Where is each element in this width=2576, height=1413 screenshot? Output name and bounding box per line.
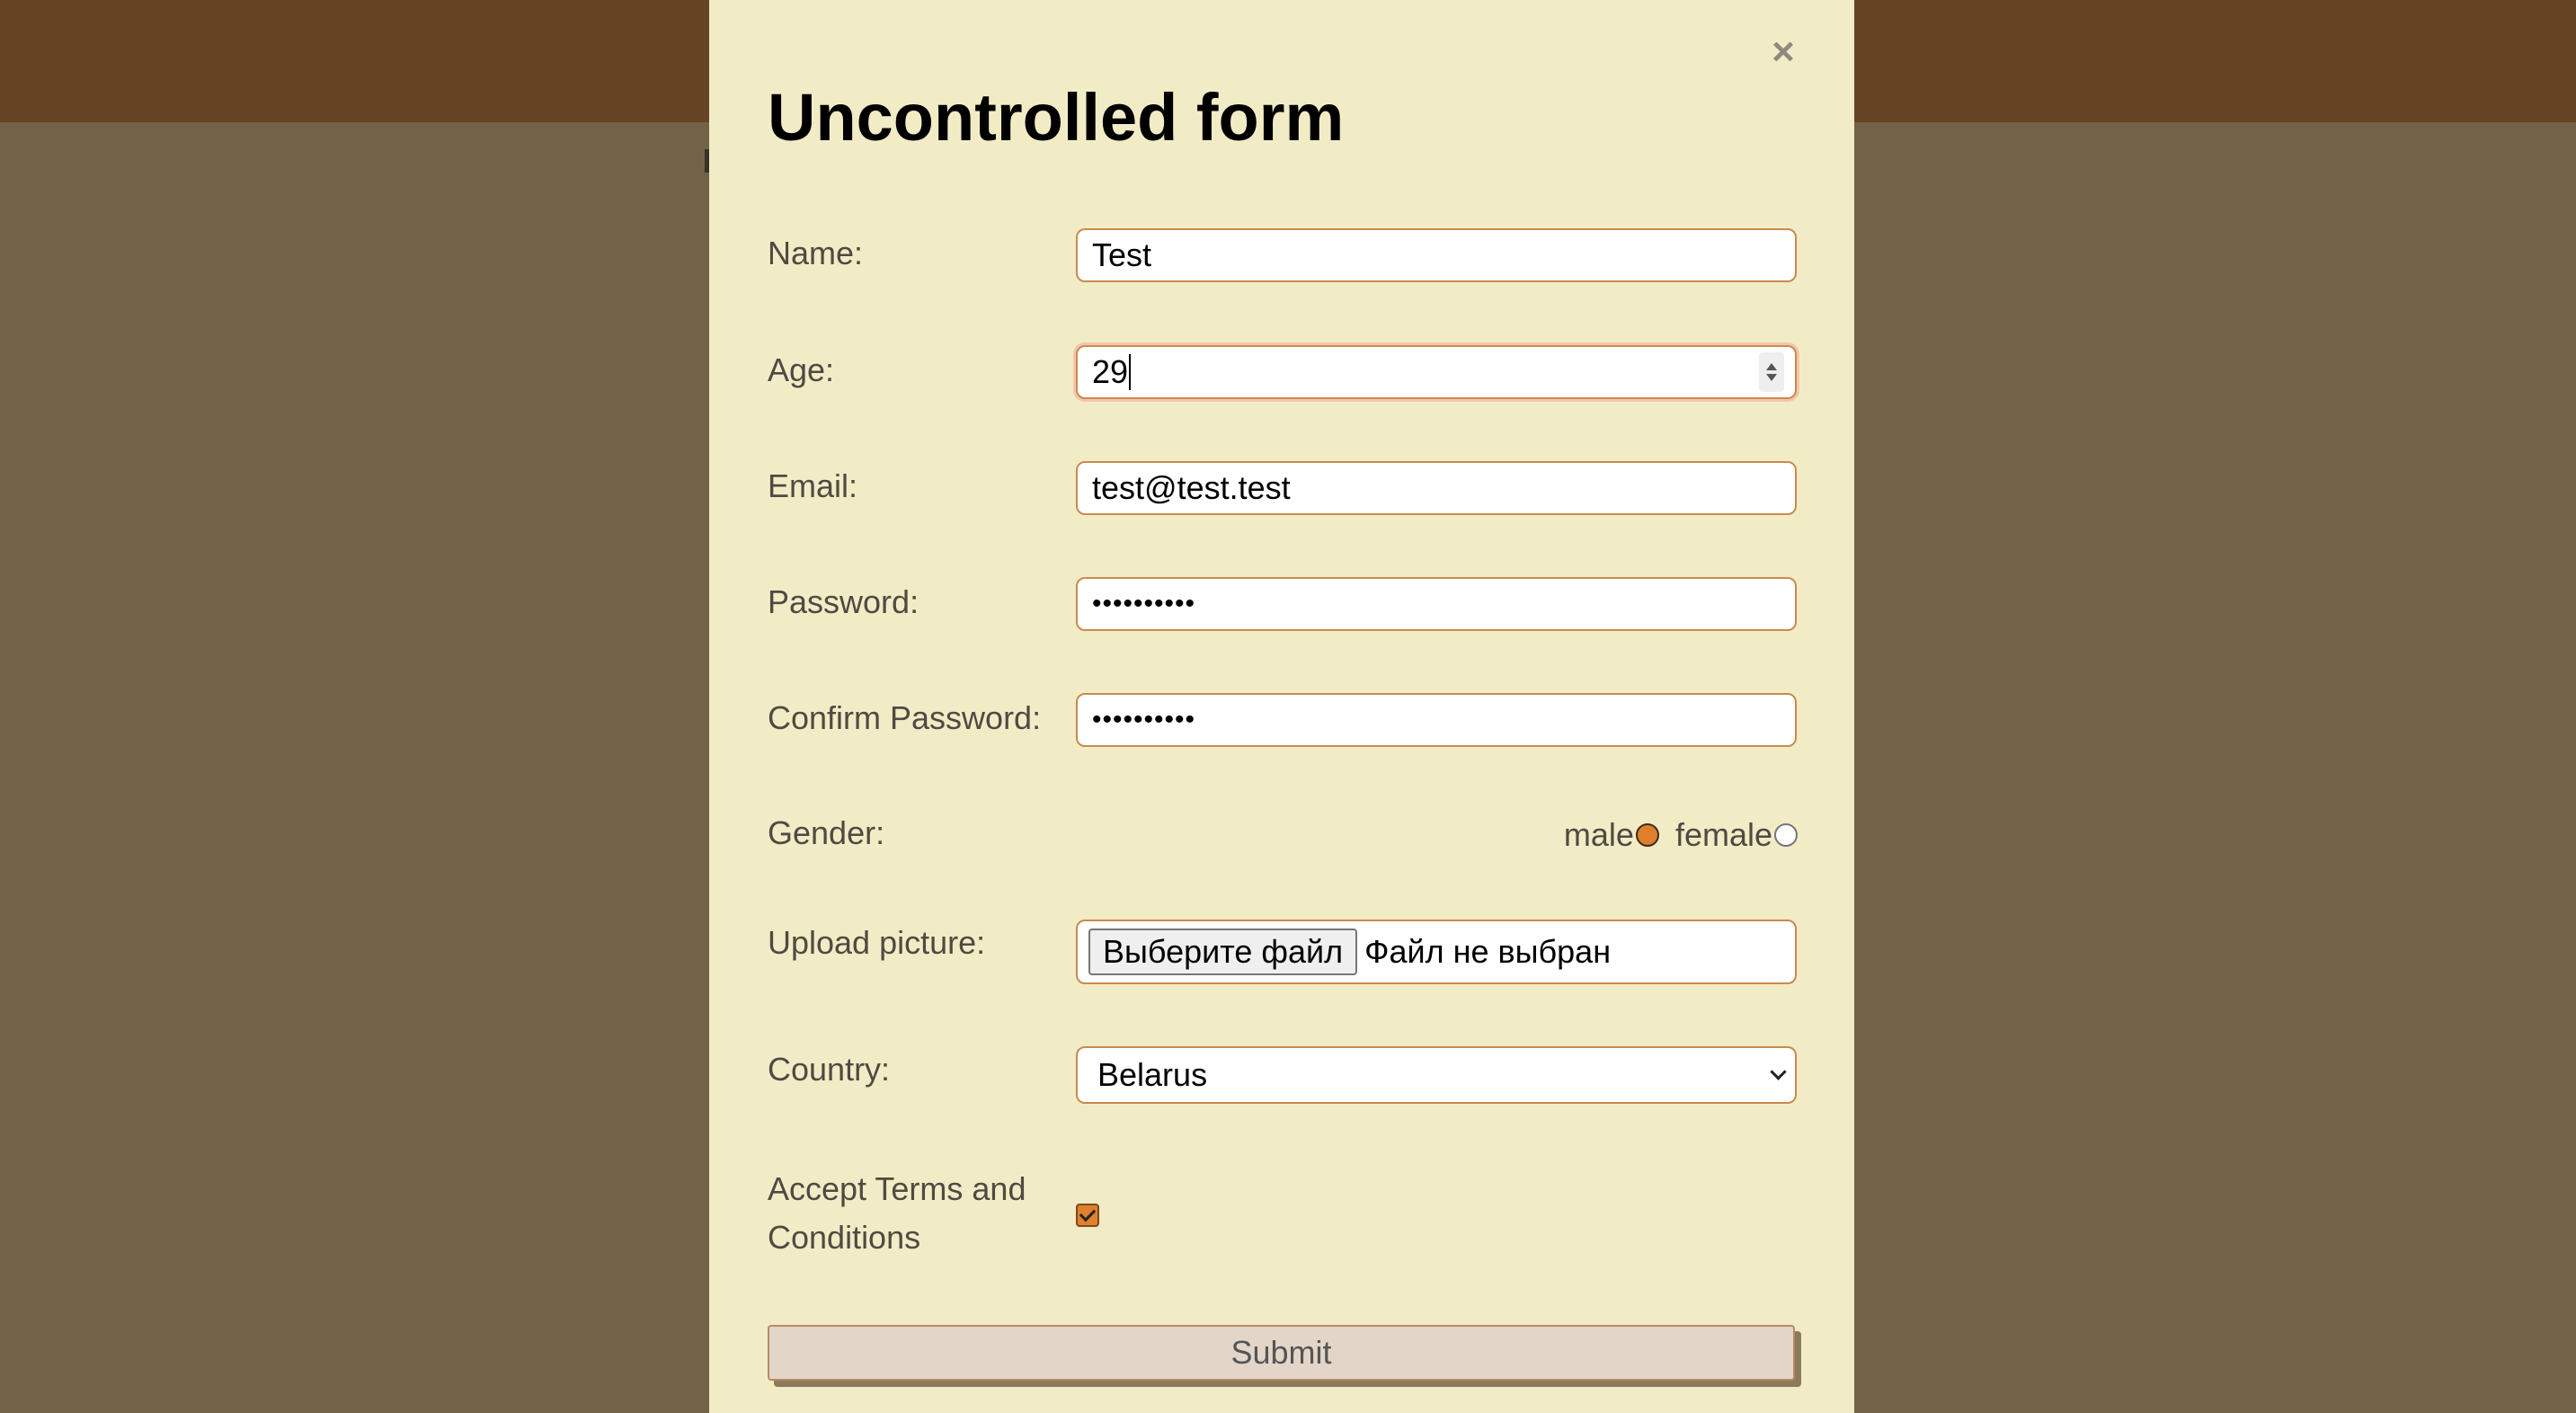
name-input[interactable]: Test <box>1076 228 1797 282</box>
gender-option-male-label: male <box>1563 816 1634 853</box>
password-input[interactable]: •••••••••• <box>1076 577 1797 631</box>
gender-male-radio[interactable] <box>1635 823 1659 847</box>
country-select[interactable]: Belarus <box>1076 1046 1797 1104</box>
age-input[interactable]: 29 <box>1076 345 1797 399</box>
age-value: 29 <box>1092 353 1129 390</box>
country-selected-value: Belarus <box>1097 1056 1208 1093</box>
form-title: Uncontrolled form <box>768 80 1345 155</box>
gender-label: Gender: <box>768 814 885 851</box>
age-stepper[interactable] <box>1759 352 1784 392</box>
close-icon[interactable]: × <box>1758 31 1808 74</box>
chevron-down-icon <box>1770 1062 1787 1080</box>
terms-checkbox[interactable] <box>1076 1204 1099 1227</box>
submit-button[interactable]: Submit <box>768 1325 1795 1381</box>
gender-option-female-label: female <box>1674 816 1772 853</box>
name-label: Name: <box>768 235 864 271</box>
upload-picture-input[interactable]: Выберите файл Файл не выбран <box>1076 920 1797 984</box>
text-caret <box>1129 354 1132 390</box>
gender-option-female[interactable]: female <box>1675 816 1798 854</box>
email-label: Email: <box>768 467 858 504</box>
email-value: test@test.test <box>1092 469 1291 506</box>
age-label: Age: <box>768 351 835 388</box>
stepper-up-icon[interactable] <box>1766 363 1777 370</box>
email-input[interactable]: test@test.test <box>1076 461 1797 515</box>
password-label: Password: <box>768 583 919 620</box>
upload-picture-label: Upload picture: <box>768 924 986 961</box>
confirm-password-value: •••••••••• <box>1092 705 1196 734</box>
choose-file-button[interactable]: Выберите файл <box>1088 929 1358 975</box>
gender-option-male[interactable]: male <box>1564 816 1659 854</box>
checkmark-icon <box>1079 1204 1097 1222</box>
file-status-text: Файл не выбран <box>1364 933 1612 970</box>
name-value: Test <box>1092 236 1152 273</box>
confirm-password-input[interactable]: •••••••••• <box>1076 693 1797 747</box>
confirm-password-label: Confirm Password: <box>768 699 1042 736</box>
country-label: Country: <box>768 1051 891 1088</box>
terms-label: Accept Terms and Conditions <box>768 1170 1026 1256</box>
password-value: •••••••••• <box>1092 589 1196 618</box>
gender-female-radio[interactable] <box>1774 823 1798 847</box>
stepper-down-icon[interactable] <box>1766 374 1777 381</box>
gender-radio-group: male female <box>1564 811 1798 859</box>
